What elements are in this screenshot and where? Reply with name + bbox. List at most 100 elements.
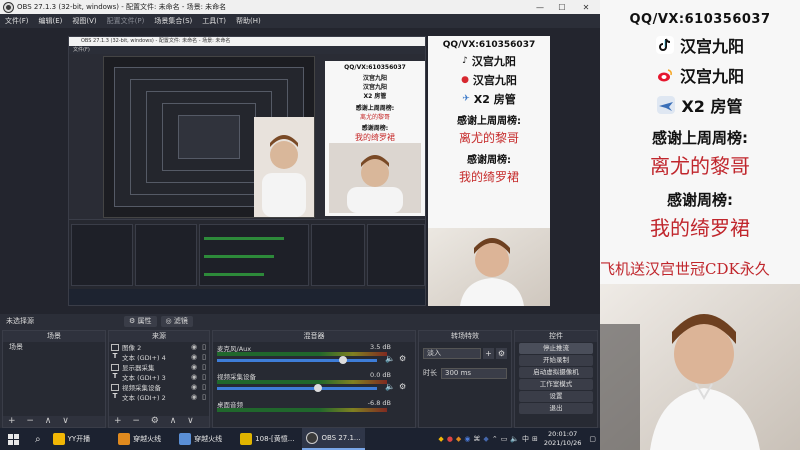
menu-help[interactable]: 帮助(H) — [231, 16, 266, 26]
tray-app-icon[interactable]: ⌘ — [473, 435, 480, 443]
taskbar-app-obs[interactable]: OBS 27.1... — [302, 428, 365, 450]
menu-profile[interactable]: 配置文件(P) — [102, 16, 150, 26]
ime-indicator[interactable]: 中 — [522, 434, 529, 444]
nested-title-bar: OBS 27.1.3 (32-bit, windows) - 配置文件: 未命名… — [69, 37, 425, 46]
transition-settings-button[interactable]: ⚙ — [496, 347, 507, 359]
source-item[interactable]: T 文本 (GDI+) 2 ◉ ▯ — [109, 392, 209, 402]
lock-icon[interactable]: ▯ — [199, 343, 209, 351]
channel-db: 0.0 dB — [370, 371, 391, 379]
lock-icon[interactable]: ▯ — [199, 353, 209, 361]
transition-select[interactable]: 淡入 — [423, 347, 481, 359]
studio-mode-button[interactable]: 工作室模式 — [519, 379, 593, 390]
scenes-footer-buttons[interactable]: + − ∧ ∨ — [3, 416, 105, 427]
taskbar-app[interactable]: 穿越火线 — [114, 428, 165, 450]
taskbar-app-label: OBS 27.1... — [321, 434, 361, 442]
nested-info-card: QQ/VX:610356037 汉宫九阳 汉宫九阳 X2 房管 感谢上周周榜: … — [325, 61, 425, 216]
source-item[interactable]: 显示器采集 ◉ ▯ — [109, 362, 209, 372]
menu-view[interactable]: 视图(V) — [67, 16, 101, 26]
volume-slider-knob[interactable] — [313, 384, 322, 392]
lock-icon[interactable]: ▯ — [199, 383, 209, 391]
lock-icon[interactable]: ▯ — [199, 373, 209, 381]
source-item[interactable]: 图像 2 ◉ ▯ — [109, 342, 209, 352]
taskbar-app[interactable]: 穿越火线 — [175, 428, 226, 450]
volume-slider[interactable] — [217, 359, 377, 362]
overlay-last-week-heading: 感谢上周周榜: — [457, 116, 521, 127]
social-row-x2: X2 房管 — [600, 93, 800, 117]
eye-icon[interactable]: ◉ — [189, 373, 199, 381]
tiktok-icon: ♪ — [462, 56, 468, 66]
taskbar-clock[interactable]: 20:01:07 2021/10/26 — [540, 430, 585, 448]
notification-button[interactable]: ▢ — [585, 428, 600, 450]
speaker-icon[interactable]: 🔈 — [510, 435, 519, 443]
gear-icon[interactable]: ⚙ — [399, 354, 406, 363]
mixer-channel: 桌面音频 -6.8 dB — [213, 398, 415, 426]
nested-dock — [69, 219, 425, 289]
chevron-up-icon[interactable]: ⌃ — [492, 435, 498, 443]
close-button[interactable]: ✕ — [576, 0, 596, 14]
tray-app-icon[interactable]: ◆ — [438, 435, 443, 443]
properties-button[interactable]: ⚙ 属性 — [124, 315, 157, 327]
filters-button[interactable]: ◎ 滤镜 — [160, 315, 193, 327]
duration-input[interactable]: 300 ms — [441, 367, 507, 379]
volume-slider-knob[interactable] — [338, 356, 347, 364]
display-source-icon — [111, 363, 119, 371]
duration-label: 时长 — [423, 369, 437, 377]
taskbar-app[interactable]: 108-[黄憶... — [236, 428, 298, 450]
overlay-row-tiktok: ♪ 汉宫九阳 — [428, 53, 550, 69]
scene-item[interactable]: 场景 — [3, 342, 105, 352]
taskbar-app[interactable]: YY开播 — [49, 428, 95, 450]
tray-app-icon[interactable]: ◆ — [456, 435, 461, 443]
tray-app-icon[interactable]: ● — [447, 435, 453, 443]
volume-slider[interactable] — [217, 387, 377, 390]
add-transition-button[interactable]: + — [483, 347, 494, 359]
audio-mixer-dock: 混音器 麦克风/Aux 3.5 dB 🔈 ⚙ 视频采集设备 0.0 dB 🔈 ⚙ — [212, 330, 416, 428]
menu-tools[interactable]: 工具(T) — [197, 16, 231, 26]
speaker-icon[interactable]: 🔈 — [385, 382, 395, 391]
speaker-icon[interactable]: 🔈 — [385, 354, 395, 363]
exit-button[interactable]: 退出 — [519, 403, 593, 414]
menu-file[interactable]: 文件(F) — [0, 16, 34, 26]
menu-scene-collection[interactable]: 场景集合(S) — [149, 16, 197, 26]
nested-meter — [204, 255, 274, 258]
nested-heading: 感谢上周周榜: — [355, 105, 395, 112]
start-button[interactable] — [0, 428, 27, 450]
tray-app-icon[interactable]: ◉ — [464, 435, 470, 443]
eye-icon[interactable]: ◉ — [189, 383, 199, 391]
source-item[interactable]: T 文本 (GDI+) 4 ◉ ▯ — [109, 352, 209, 362]
overlay-last-week-name: 离尤的黎哥 — [458, 131, 519, 145]
no-source-label: 未选择源 — [6, 317, 34, 325]
preview-canvas[interactable]: OBS 27.1.3 (32-bit, windows) - 配置文件: 未命名… — [0, 28, 600, 314]
source-item[interactable]: 视频采集设备 ◉ ▯ — [109, 382, 209, 392]
stop-streaming-button[interactable]: 停止推流 — [519, 343, 593, 354]
grid-icon[interactable]: ⊞ — [532, 435, 538, 443]
overlay-row-x2: ✈ X2 房管 — [428, 91, 550, 107]
maximize-button[interactable]: ☐ — [552, 0, 572, 14]
network-icon[interactable]: ▭ — [501, 435, 508, 443]
source-label: 文本 (GDI+) 4 — [122, 354, 166, 362]
gear-icon: ⚙ — [129, 316, 138, 325]
eye-icon[interactable]: ◉ — [189, 393, 199, 401]
x2-icon: ✈ — [462, 94, 470, 104]
lock-icon[interactable]: ▯ — [199, 363, 209, 371]
eye-icon[interactable]: ◉ — [189, 343, 199, 351]
lock-icon[interactable]: ▯ — [199, 393, 209, 401]
minimize-button[interactable]: — — [530, 0, 550, 14]
search-button[interactable]: ⌕ — [27, 428, 49, 450]
filter-icon: ◎ — [165, 316, 174, 325]
gear-icon[interactable]: ⚙ — [399, 382, 406, 391]
week-name: 我的绮罗裙 — [650, 216, 750, 240]
nested-webcam — [329, 143, 421, 213]
tray-app-icon[interactable]: ◆ — [483, 435, 488, 443]
eye-icon[interactable]: ◉ — [189, 363, 199, 371]
start-virtual-camera-button[interactable]: 启动虚拟摄像机 — [519, 367, 593, 378]
overlay-week-heading: 感谢周榜: — [467, 155, 511, 166]
settings-button[interactable]: 设置 — [519, 391, 593, 402]
eye-icon[interactable]: ◉ — [189, 353, 199, 361]
tiktok-icon — [655, 36, 674, 54]
x2-icon — [657, 96, 676, 114]
sources-footer-buttons[interactable]: + − ⚙ ∧ ∨ — [109, 416, 209, 427]
start-recording-button[interactable]: 开始录制 — [519, 355, 593, 366]
source-item[interactable]: T 文本 (GDI+) 3 ◉ ▯ — [109, 372, 209, 382]
scrolling-banner: 飞机送汉宫世冠CDK永久 — [600, 260, 770, 278]
menu-edit[interactable]: 编辑(E) — [34, 16, 68, 26]
